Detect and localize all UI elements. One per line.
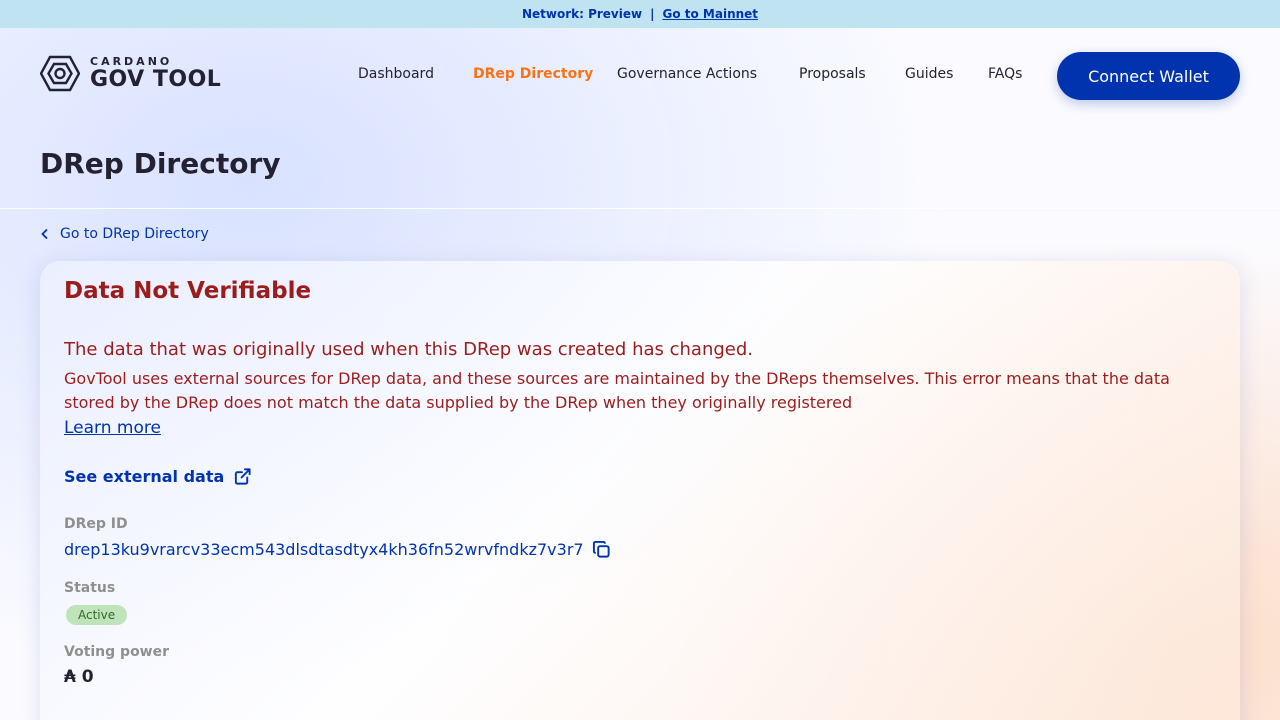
voting-power-label: Voting power <box>64 644 170 660</box>
nav-proposals[interactable]: Proposals <box>799 66 866 82</box>
go-to-mainnet-link[interactable]: Go to Mainnet <box>662 7 758 21</box>
error-subtitle: The data that was originally used when t… <box>64 339 754 360</box>
drep-id-value: drep13ku9vrarcv33ecm543dlsdtasdtyx4kh36f… <box>64 540 584 559</box>
network-label: Network: Preview <box>521 7 643 21</box>
back-link-label: Go to DRep Directory <box>60 226 209 242</box>
status-label: Status <box>64 580 116 596</box>
logo[interactable]: CARDANO GOV TOOL <box>40 55 221 92</box>
gov-tool-logo-icon <box>40 55 80 92</box>
status-badge: Active <box>66 605 128 625</box>
logo-big-text: GOV TOOL <box>90 67 222 92</box>
nav-faqs[interactable]: FAQs <box>988 66 1022 82</box>
see-external-data-link[interactable]: See external data <box>64 467 252 486</box>
voting-power-value: ₳ 0 <box>64 667 94 687</box>
drep-card: Data Not Verifiable The data that was or… <box>40 261 1240 720</box>
error-title: Data Not Verifiable <box>64 278 312 304</box>
learn-more-link[interactable]: Learn more <box>64 418 161 438</box>
logo-small-text: CARDANO <box>90 55 173 68</box>
nav-guides[interactable]: Guides <box>905 66 953 82</box>
header: CARDANO GOV TOOL Dashboard DRep Director… <box>0 28 1280 123</box>
see-external-data-label: See external data <box>64 467 225 486</box>
error-description: GovTool uses external sources for DRep d… <box>64 369 1170 412</box>
page-title: DRep Directory <box>40 147 281 180</box>
external-link-icon <box>235 468 251 485</box>
header-divider <box>0 208 1280 209</box>
network-separator: | <box>650 7 655 21</box>
nav-dashboard[interactable]: Dashboard <box>358 66 434 82</box>
network-bar: Network: Preview | Go to Mainnet <box>0 0 1280 28</box>
drep-id-row: drep13ku9vrarcv33ecm543dlsdtasdtyx4kh36f… <box>64 540 611 559</box>
drep-id-label: DRep ID <box>64 516 128 532</box>
nav-drep-directory[interactable]: DRep Directory <box>473 66 593 82</box>
chevron-left-icon <box>41 228 48 240</box>
nav-governance-actions[interactable]: Governance Actions <box>617 66 757 82</box>
back-link[interactable]: Go to DRep Directory <box>40 226 209 242</box>
copy-icon[interactable] <box>592 540 611 559</box>
connect-wallet-button[interactable]: Connect Wallet <box>1057 52 1240 100</box>
